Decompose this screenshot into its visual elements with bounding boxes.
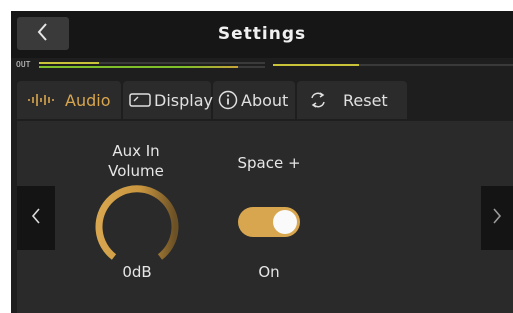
audio-waveform-icon (27, 92, 59, 108)
tab-audio-label: Audio (65, 90, 111, 110)
chevron-left-icon (36, 22, 50, 46)
tab-about-label: About (241, 90, 289, 110)
aux-in-volume-label: Aux In Volume (91, 141, 181, 181)
chevron-left-icon (30, 206, 42, 230)
space-plus-toggle[interactable] (238, 207, 300, 237)
aux-in-volume-knob[interactable] (92, 185, 182, 275)
page-title: Settings (217, 24, 307, 44)
tab-display-label: Display (154, 90, 213, 110)
output-meter: OUT (11, 59, 513, 73)
display-icon (129, 92, 151, 108)
tab-audio[interactable]: Audio (17, 81, 121, 119)
tab-reset[interactable]: Reset (297, 81, 407, 119)
space-plus-label: Space + (237, 154, 301, 172)
meter-right (273, 64, 513, 66)
tab-about[interactable]: About (213, 81, 295, 119)
tab-bar: Audio Display About Reset (17, 81, 513, 119)
space-plus-state: On (258, 263, 280, 281)
toggle-knob (273, 210, 297, 234)
title-bar: Settings (11, 11, 513, 58)
chevron-right-icon (491, 206, 503, 230)
meter-left-top (39, 62, 265, 64)
tab-display[interactable]: Display (123, 81, 213, 119)
meter-left-bottom (39, 66, 265, 68)
aux-in-label-line1: Aux In (112, 142, 160, 160)
back-button[interactable] (17, 17, 69, 50)
reset-icon (309, 90, 327, 110)
aux-in-label-line2: Volume (108, 162, 164, 180)
tab-reset-label: Reset (343, 90, 388, 110)
settings-screen: Settings OUT Audio Display About Reset A… (11, 11, 513, 313)
meter-label: OUT (16, 60, 31, 69)
next-page-button[interactable] (481, 186, 513, 250)
aux-in-value: 0dB (122, 263, 152, 281)
info-icon (218, 90, 238, 110)
prev-page-button[interactable] (17, 186, 55, 250)
